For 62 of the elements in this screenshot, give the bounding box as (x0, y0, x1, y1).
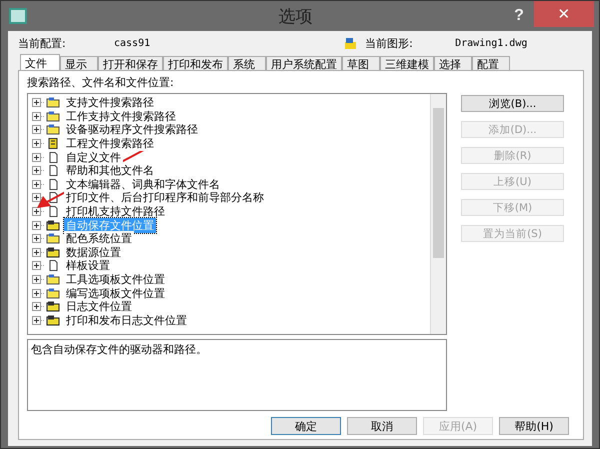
side-button[interactable]: 浏览(B)... (461, 95, 564, 112)
expand-icon[interactable] (32, 180, 46, 189)
expand-icon[interactable] (32, 139, 46, 148)
tree-item[interactable]: 工具选项板文件位置 (64, 272, 167, 288)
tab[interactable]: 系统 (228, 56, 266, 71)
expand-icon[interactable] (32, 207, 46, 216)
expand-icon[interactable] (32, 166, 46, 176)
folder-icon (46, 314, 60, 326)
expand-icon[interactable] (32, 112, 46, 121)
expand-icon[interactable] (32, 220, 46, 230)
expand-icon[interactable] (32, 234, 46, 244)
tab[interactable]: 文件 (20, 54, 60, 71)
tree-item[interactable]: 打印文件、后台打印程序和前导部分名称 (64, 190, 266, 206)
dialog-button[interactable]: 确定 (271, 417, 341, 435)
description-text: 包含自动保存文件的驱动器和路径。 (27, 339, 447, 411)
help-button[interactable]: ? (504, 1, 534, 31)
folder-icon (46, 220, 60, 231)
folder-icon (46, 246, 60, 258)
drawing-label: 当前图形: (365, 36, 414, 50)
tab[interactable]: 显示 (60, 56, 98, 71)
dialog-button[interactable]: 取消 (347, 417, 417, 435)
expand-icon[interactable] (32, 261, 46, 270)
tree-item[interactable]: 工程文件搜索路径 (64, 136, 156, 152)
tree-item[interactable]: 样板设置 (64, 258, 112, 274)
section-heading: 搜索路径、文件名和文件位置: (27, 75, 175, 90)
folder-icon (46, 110, 60, 122)
drawing-icon (344, 36, 358, 50)
tree-item[interactable]: 设备驱动程序文件搜索路径 (64, 122, 200, 138)
folder-icon (46, 233, 60, 244)
expand-icon[interactable] (32, 152, 46, 162)
tab[interactable]: 配置 (472, 56, 510, 71)
drawing-value: Drawing1.dwg (455, 38, 528, 48)
tree-item[interactable]: 配色系统位置 (64, 231, 134, 246)
book-icon (46, 138, 60, 150)
scrollbar[interactable] (430, 94, 446, 334)
folder-icon (46, 301, 60, 312)
expand-icon[interactable] (32, 98, 46, 108)
folder-icon (46, 97, 60, 108)
folder-icon (46, 124, 60, 136)
tree-item[interactable]: 支持文件搜索路径 (64, 95, 156, 110)
expand-icon[interactable] (32, 288, 46, 298)
expand-icon[interactable] (32, 275, 46, 284)
folder-icon (46, 288, 60, 299)
expand-icon[interactable] (32, 248, 46, 257)
app-icon (9, 8, 27, 24)
expand-icon[interactable] (32, 302, 46, 312)
tree-item[interactable]: 打印和发布日志文件位置 (64, 312, 189, 328)
tab[interactable]: 三维建模 (380, 56, 434, 71)
expand-icon[interactable] (32, 125, 46, 134)
window-title: 选项 (278, 6, 312, 28)
tree-item[interactable]: 打印机支持文件路径 (64, 204, 167, 220)
tab[interactable]: 打开和保存 (98, 56, 163, 71)
tab[interactable]: 打印和发布 (163, 56, 228, 71)
expand-icon[interactable] (32, 316, 46, 325)
profile-value: cass91 (114, 38, 150, 48)
profile-label: 当前配置: (18, 36, 67, 50)
dialog-button[interactable]: 帮助(H) (499, 417, 569, 435)
close-button[interactable]: ✕ (534, 1, 594, 27)
tab[interactable]: 草图 (342, 56, 380, 71)
folder-icon (46, 274, 60, 286)
tab[interactable]: 用户系统配置 (266, 56, 342, 71)
tab[interactable]: 选择 (434, 56, 472, 71)
